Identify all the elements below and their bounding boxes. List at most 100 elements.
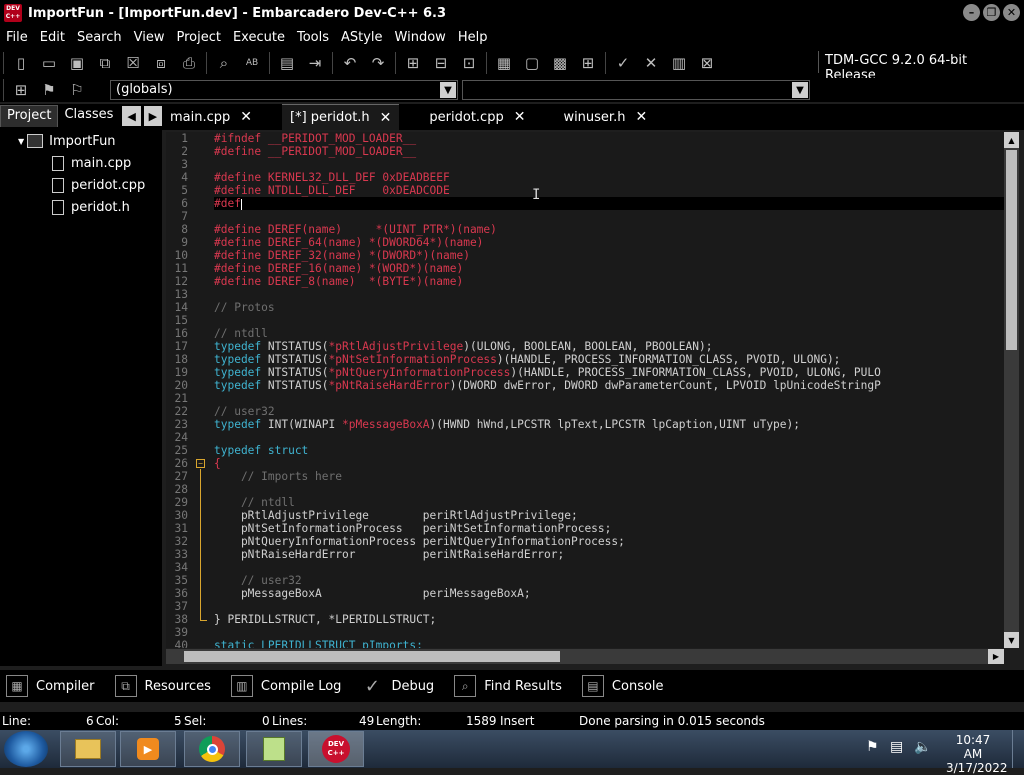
code-line[interactable]: } PERIDLLSTRUCT, *LPERIDLLSTRUCT; <box>214 613 1004 626</box>
scroll-thumb[interactable] <box>1006 150 1017 350</box>
code-line[interactable] <box>214 210 1004 223</box>
clock[interactable]: 10:47 AM 3/17/2022 <box>946 733 1008 775</box>
close-icon[interactable]: ✕ <box>514 109 526 125</box>
code-line[interactable]: // user32 <box>214 574 1004 587</box>
code-line[interactable]: #define DEREF_64(name) *(DWORD64*)(name) <box>214 236 1004 249</box>
tab-main-cpp[interactable]: main.cpp ✕ <box>162 104 260 130</box>
volume-icon[interactable]: 🔈 <box>914 739 931 755</box>
code-line[interactable]: typedef NTSTATUS(*pNtSetInformationProce… <box>214 353 1004 366</box>
menu-edit[interactable]: Edit <box>34 30 71 45</box>
remove-project-icon[interactable]: ⊟ <box>429 51 453 75</box>
close-file-icon[interactable]: ☒ <box>121 51 145 75</box>
project-options-icon[interactable]: ⊡ <box>457 51 481 75</box>
chevron-left-icon[interactable]: ◀ <box>122 106 141 126</box>
replace-icon[interactable]: AB <box>240 51 264 75</box>
close-icon[interactable]: ✕ <box>240 109 252 125</box>
tab-compile-log[interactable]: ▥ Compile Log <box>225 675 348 697</box>
menu-help[interactable]: Help <box>452 30 494 45</box>
collapse-icon[interactable]: ▼ <box>18 137 24 146</box>
chrome-taskbar-button[interactable] <box>184 731 240 767</box>
close-icon[interactable]: ✕ <box>635 109 647 125</box>
code-line[interactable]: // Imports here <box>214 470 1004 483</box>
horizontal-scrollbar[interactable]: ▶ <box>166 649 1004 664</box>
new-project-icon[interactable]: ⊞ <box>401 51 425 75</box>
menu-view[interactable]: View <box>128 30 171 45</box>
code-line[interactable]: // ntdll <box>214 496 1004 509</box>
code-line[interactable]: pNtQueryInformationProcess periNtQueryIn… <box>214 535 1004 548</box>
member-select[interactable]: ▼ <box>462 80 810 100</box>
tree-file-node[interactable]: peridot.h <box>0 196 160 218</box>
new-file-icon[interactable]: ▯ <box>9 51 33 75</box>
chevron-right-icon[interactable]: ▶ <box>143 106 162 126</box>
find-icon[interactable]: ⌕ <box>212 51 236 75</box>
tab-console[interactable]: ▤ Console <box>576 675 670 697</box>
save-all-icon[interactable]: ⧉ <box>93 51 117 75</box>
code-line[interactable]: pRtlAdjustPrivilege periRtlAdjustPrivile… <box>214 509 1004 522</box>
scroll-thumb[interactable] <box>184 651 560 662</box>
code-line[interactable]: // Protos <box>214 301 1004 314</box>
code-line[interactable]: #define DEREF_8(name) *(BYTE*)(name) <box>214 275 1004 288</box>
code-line[interactable]: #define DEREF_16(name) *(WORD*)(name) <box>214 262 1004 275</box>
tab-debug[interactable]: ✓ Debug <box>355 675 440 697</box>
code-line[interactable] <box>214 626 1004 639</box>
tab-peridot-h[interactable]: [*] peridot.h ✕ <box>282 104 400 130</box>
goto-bookmark-icon[interactable]: ⚐ <box>65 78 89 102</box>
code-line[interactable]: #define NTDLL_DLL_DEF 0xDEADCODE <box>214 184 1004 197</box>
code-line[interactable]: pNtSetInformationProcess periNtSetInform… <box>214 522 1004 535</box>
code-line[interactable] <box>214 288 1004 301</box>
run-icon[interactable]: ▢ <box>520 51 544 75</box>
compile-icon[interactable]: ▦ <box>492 51 516 75</box>
compiler-select[interactable]: TDM-GCC 9.2.0 64-bit Release <box>818 51 1018 83</box>
code-line[interactable]: #define DEREF(name) *(UINT_PTR*)(name) <box>214 223 1004 236</box>
code-line[interactable]: typedef NTSTATUS(*pRtlAdjustPrivilege)(U… <box>214 340 1004 353</box>
minimize-button[interactable]: – <box>963 4 980 21</box>
code-line[interactable]: typedef struct <box>214 444 1004 457</box>
close-button[interactable]: ✕ <box>1003 4 1020 21</box>
tree-file-node[interactable]: peridot.cpp <box>0 174 160 196</box>
code-line[interactable]: #define DEREF_32(name) *(DWORD*)(name) <box>214 249 1004 262</box>
menu-execute[interactable]: Execute <box>227 30 291 45</box>
profile-icon[interactable]: ▥ <box>667 51 691 75</box>
save-icon[interactable]: ▣ <box>65 51 89 75</box>
code-line[interactable]: typedef INT(WINAPI *pMessageBoxA)(HWND h… <box>214 418 1004 431</box>
close-icon[interactable]: ✕ <box>380 110 392 126</box>
menu-tools[interactable]: Tools <box>291 30 335 45</box>
compile-run-icon[interactable]: ▩ <box>548 51 572 75</box>
code-line[interactable]: // user32 <box>214 405 1004 418</box>
code-line[interactable] <box>214 561 1004 574</box>
explorer-taskbar-button[interactable] <box>60 731 116 767</box>
chevron-down-icon[interactable]: ▼ <box>440 82 456 98</box>
rebuild-all-icon[interactable]: ⊞ <box>576 51 600 75</box>
code-area[interactable]: #ifndef __PERIDOT_MOD_LOADER__ #define __… <box>214 132 1004 648</box>
insert-icon[interactable]: ⊞ <box>9 78 33 102</box>
code-line[interactable] <box>214 158 1004 171</box>
devcpp-taskbar-button[interactable]: DEV C++ <box>308 731 364 767</box>
code-line[interactable]: #ifndef __PERIDOT_MOD_LOADER__ <box>214 132 1004 145</box>
code-line[interactable] <box>214 392 1004 405</box>
tab-find-results[interactable]: ⌕ Find Results <box>448 675 568 697</box>
notepad-taskbar-button[interactable] <box>246 731 302 767</box>
scroll-right-icon[interactable]: ▶ <box>988 649 1004 664</box>
menu-project[interactable]: Project <box>170 30 226 45</box>
code-line[interactable]: #define __PERIDOT_MOD_LOADER__ <box>214 145 1004 158</box>
tree-project-node[interactable]: ▼ ImportFun <box>0 130 160 152</box>
indent-icon[interactable]: ⇥ <box>303 51 327 75</box>
menu-astyle[interactable]: AStyle <box>335 30 389 45</box>
open-folder-icon[interactable]: ▭ <box>37 51 61 75</box>
tab-peridot-cpp[interactable]: peridot.cpp ✕ <box>421 104 533 130</box>
network-icon[interactable]: ▤ <box>890 739 903 755</box>
delete-profile-icon[interactable]: ⊠ <box>695 51 719 75</box>
action-center-icon[interactable]: ⚑ <box>866 739 879 755</box>
close-all-icon[interactable]: ⧈ <box>149 51 173 75</box>
tab-resources[interactable]: ⧉ Resources <box>109 675 217 697</box>
code-line[interactable] <box>214 431 1004 444</box>
undo-icon[interactable]: ↶ <box>338 51 362 75</box>
code-line[interactable]: #define KERNEL32_DLL_DEF 0xDEADBEEF <box>214 171 1004 184</box>
code-line[interactable]: typedef NTSTATUS(*pNtQueryInformationPro… <box>214 366 1004 379</box>
scroll-down-icon[interactable]: ▼ <box>1004 632 1019 648</box>
code-line[interactable] <box>214 483 1004 496</box>
code-line[interactable]: // ntdll <box>214 327 1004 340</box>
code-line[interactable]: pNtRaiseHardError periNtRaiseHardError; <box>214 548 1004 561</box>
code-line[interactable]: { <box>214 457 1004 470</box>
syntax-check-icon[interactable]: ✓ <box>611 51 635 75</box>
